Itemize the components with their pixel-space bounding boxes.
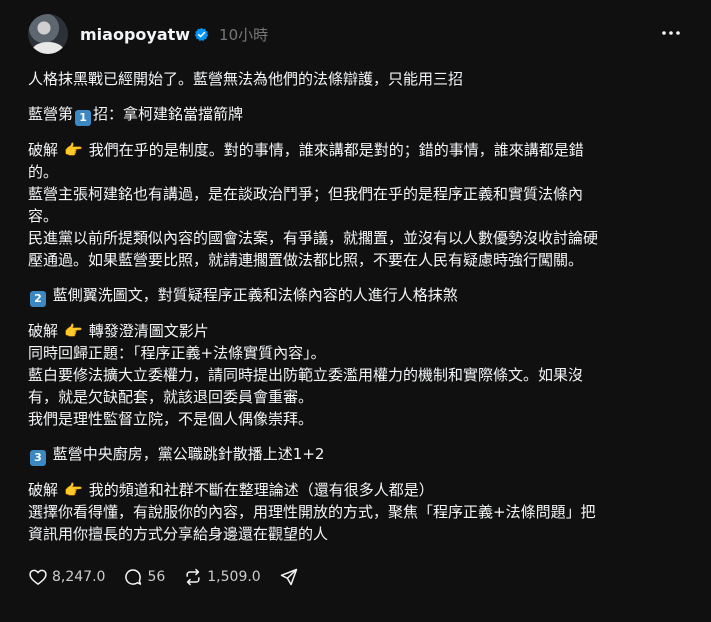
text-line: 招：拿柯建銘當擋箭牌 (93, 105, 244, 123)
comment-icon (125, 569, 142, 585)
like-count: 8,247.0 (52, 569, 106, 585)
keycap-3-icon: 3 (30, 450, 46, 466)
keycap-1-icon: 1 (75, 110, 92, 126)
post-header: miaopoyatw 10小時 (28, 13, 691, 55)
text-line: 藍營中央廚房，黨公職跳針散播上述1+2 (52, 445, 325, 463)
more-options-button[interactable] (659, 23, 683, 43)
text-line: 破解 (28, 481, 59, 499)
text-line: 藍側翼洗圖文，對質疑程序正義和法條內容的人進行人格抹煞 (52, 286, 458, 304)
text-line: 資訊用你擅長的方式分享給身邊還在觀望的人 (28, 525, 329, 543)
like-button[interactable]: 8,247.0 (28, 567, 105, 587)
text-line: 我的頻道和社群不斷在整理論述（還有很多人都是） (88, 481, 434, 499)
post-actions-bar: 8,247.0 56 1,509.0 (28, 566, 317, 588)
ellipsis-icon (662, 31, 680, 35)
pointing-hand-icon: 👉 (64, 141, 83, 159)
pointing-hand-icon: 👉 (64, 481, 83, 499)
share-icon (280, 568, 297, 586)
post-timestamp[interactable]: 10小時 (219, 24, 268, 45)
text-line: 容。 (28, 207, 59, 225)
text-line: 轉發澄清圖文影片 (88, 322, 209, 340)
text-line: 藍營第 (28, 105, 74, 123)
verified-badge-icon (194, 27, 209, 41)
text-line: 有，就是欠缺配套，就該退回委員會重審。 (28, 388, 314, 406)
comment-count: 56 (147, 569, 166, 585)
paragraph-rebuttal-2: 破解 👉 轉發澄清圖文影片 同時回歸正題：「程序正義+法條實質內容」。 藍白要修法擴… (28, 320, 668, 430)
text-line: 民進黨以前所提類似內容的國會法案，有爭議，就擱置，並沒有以人數優勢沒收討論硬 (28, 229, 599, 247)
text-line: 人格抹黑戰已經開始了。藍營無法為他們的法條辯護，只能用三招 (28, 70, 464, 88)
text-line: 我們是理性監督立院，不是個人偶像崇拜。 (28, 410, 314, 428)
comment-button[interactable]: 56 (123, 567, 165, 587)
paragraph-intro: 人格抹黑戰已經開始了。藍營無法為他們的法條辯護，只能用三招 (28, 68, 668, 90)
text-line: 藍營主張柯建銘也有講過，是在談政治鬥爭；但我們在乎的是程序正義和實質法條內 (28, 185, 584, 203)
paragraph-rebuttal-1: 破解 👉 我們在乎的是制度。對的事情，誰來講都是對的；錯的事情，誰來講都是錯 的。 … (28, 139, 668, 271)
paragraph-tactic-1: 藍營第 1 招：拿柯建銘當擋箭牌 (28, 103, 668, 126)
paragraph-rebuttal-3: 破解 👉 我的頻道和社群不斷在整理論述（還有很多人都是） 選擇你看得懂，有說服你的內… (28, 479, 668, 545)
text-line: 我們在乎的是制度。對的事情，誰來講都是對的；錯的事情，誰來講都是錯 (88, 141, 584, 159)
thread-post: miaopoyatw 10小時 人格抹黑戰已經開始了。藍營無法為他們的法條辯護，… (0, 0, 711, 622)
repost-button[interactable]: 1,509.0 (183, 567, 261, 587)
pointing-hand-icon: 👉 (64, 322, 83, 340)
paragraph-tactic-2: 2 藍側翼洗圖文，對質疑程序正義和法條內容的人進行人格抹煞 (28, 284, 668, 307)
text-line: 藍白要修法擴大立委權力，請同時提出防範立委濫用權力的機制和實際條文。如果沒 (28, 366, 584, 384)
paragraph-tactic-3: 3 藍營中央廚房，黨公職跳針散播上述1+2 (28, 443, 668, 466)
avatar[interactable] (28, 14, 68, 54)
repost-count: 1,509.0 (207, 569, 261, 585)
post-body: 人格抹黑戰已經開始了。藍營無法為他們的法條辯護，只能用三招 藍營第 1 招：拿柯建銘… (28, 68, 668, 545)
text-line: 選擇你看得懂，有說服你的內容，用理性開放的方式，聚焦「程序正義+法條問題」把 (28, 503, 596, 521)
text-line: 的。 (28, 163, 59, 181)
keycap-2-icon: 2 (30, 291, 46, 307)
username-link[interactable]: miaopoyatw (80, 25, 190, 44)
share-button[interactable] (279, 567, 299, 587)
heart-icon (29, 569, 47, 585)
text-line: 破解 (28, 141, 59, 159)
text-line: 破解 (28, 322, 59, 340)
repost-icon (186, 568, 200, 586)
text-line: 同時回歸正題：「程序正義+法條實質內容」。 (28, 344, 326, 362)
text-line: 壓通過。如果藍營要比照，就請連擱置做法都比照，不要在人民有疑慮時強行闖關。 (28, 251, 584, 269)
